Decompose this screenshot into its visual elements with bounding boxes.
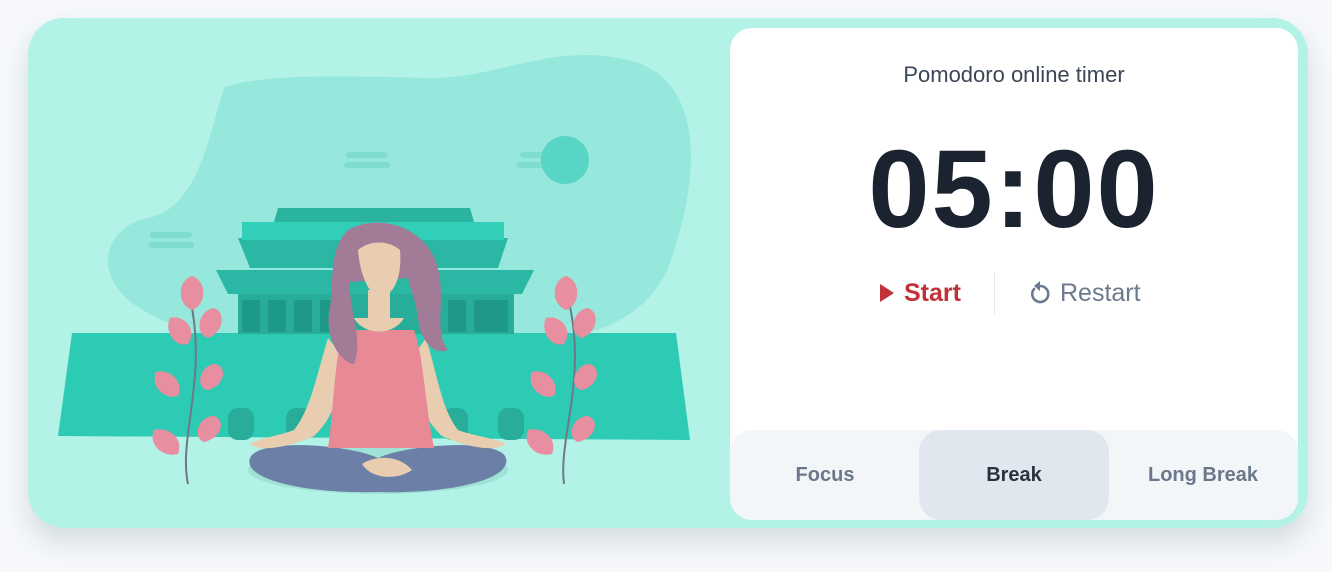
restart-button[interactable]: Restart	[1028, 277, 1141, 309]
tab-focus[interactable]: Focus	[730, 430, 920, 520]
temple-roof-top	[274, 208, 474, 222]
mode-tabs: Focus Break Long Break	[730, 430, 1298, 520]
play-icon	[880, 284, 894, 302]
controls-divider	[994, 272, 995, 314]
timer-display: 05:00	[868, 128, 1160, 251]
restart-icon	[1030, 281, 1050, 304]
start-button[interactable]: Start	[878, 277, 961, 309]
timer-card: Pomodoro online timer 05:00 Start Restar…	[28, 18, 1308, 528]
tab-long-break[interactable]: Long Break	[1108, 430, 1298, 520]
start-label: Start	[904, 278, 961, 307]
tab-break[interactable]: Break	[919, 430, 1109, 520]
meditation-illustration	[58, 55, 691, 494]
timer-panel: Pomodoro online timer 05:00 Start Restar…	[730, 28, 1298, 520]
restart-label: Restart	[1060, 278, 1141, 307]
timer-controls: Start Restart	[730, 272, 1298, 316]
sun	[541, 136, 589, 184]
timer-title: Pomodoro online timer	[903, 62, 1125, 87]
